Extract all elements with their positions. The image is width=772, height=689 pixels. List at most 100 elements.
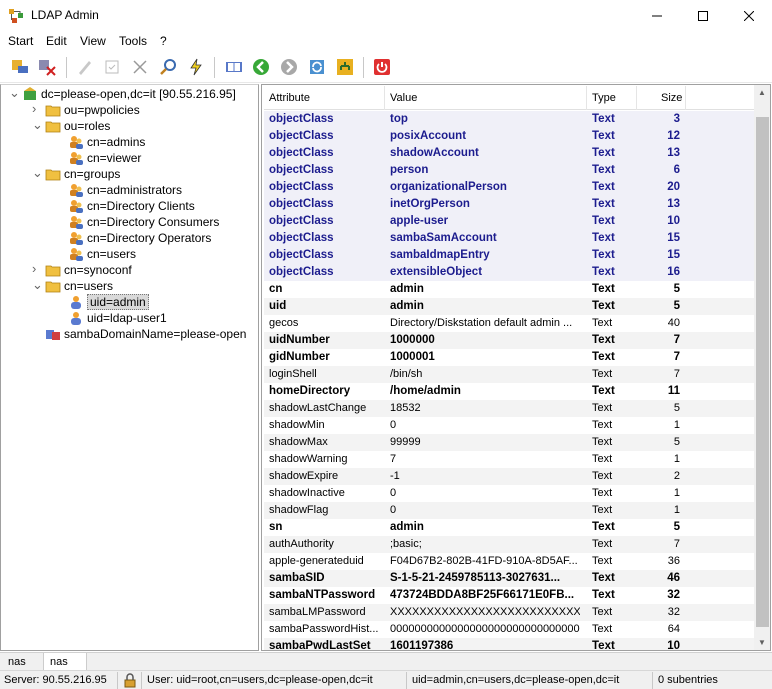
header-divider[interactable]	[586, 86, 587, 110]
menu-bar: Start Edit View Tools ?	[0, 32, 772, 52]
header-divider[interactable]	[636, 86, 637, 110]
flash-icon[interactable]	[186, 57, 206, 77]
cell-type: Text	[592, 521, 615, 533]
cell-attribute: objectClass	[269, 147, 334, 159]
table-row[interactable]: sambaPasswordHist... 00000000000000000000…	[264, 621, 754, 638]
tree-node[interactable]: cn=users	[1, 246, 258, 262]
menu-view[interactable]: View	[80, 34, 106, 48]
directory-tree[interactable]: ⌄ dc=please-open,dc=it [90.55.216.95] › ou=…	[0, 84, 259, 651]
table-row[interactable]: cn admin Text 5	[264, 281, 754, 298]
table-row[interactable]: objectClass apple-user Text 10	[264, 213, 754, 230]
table-row[interactable]: objectClass inetOrgPerson Text 13	[264, 196, 754, 213]
table-row[interactable]: shadowWarning 7 Text 1	[264, 451, 754, 468]
table-row[interactable]: uid admin Text 5	[264, 298, 754, 315]
properties-icon[interactable]	[102, 57, 122, 77]
tree-node[interactable]: ⌄ ou=roles	[1, 118, 258, 134]
cell-attribute: objectClass	[269, 232, 334, 244]
table-row[interactable]: sambaLMPassword XXXXXXXXXXXXXXXXXXXXXXXXX…	[264, 604, 754, 621]
table-row[interactable]: uidNumber 1000000 Text 7	[264, 332, 754, 349]
table-row[interactable]: shadowExpire -1 Text 2	[264, 468, 754, 485]
tree-node[interactable]: cn=administrators	[1, 182, 258, 198]
tree-node[interactable]: sambaDomainName=please-open	[1, 326, 258, 342]
vertical-scrollbar[interactable]: ▲ ▼	[754, 85, 770, 650]
table-row[interactable]: objectClass person Text 6	[264, 162, 754, 179]
tree-node[interactable]: › cn=synoconf	[1, 262, 258, 278]
disconnect-icon[interactable]	[37, 57, 57, 77]
table-row[interactable]: homeDirectory/home/admin Text 11	[264, 383, 754, 400]
refresh-icon[interactable]	[307, 57, 327, 77]
tree-node[interactable]: ⌄ cn=users	[1, 278, 258, 294]
close-button[interactable]	[726, 0, 772, 32]
table-row[interactable]: objectClass sambaIdmapEntry Text 15	[264, 247, 754, 264]
collapse-toggle-icon[interactable]: ⌄	[32, 166, 43, 179]
table-row[interactable]: shadowLastChange 18532 Text 5	[264, 400, 754, 417]
tree-node[interactable]: cn=Directory Clients	[1, 198, 258, 214]
table-row[interactable]: apple-generateduid F04D67B2-802B-41FD-910…	[264, 553, 754, 570]
toolbar-separator	[66, 57, 67, 78]
table-row[interactable]: objectClass posixAccount Text 12	[264, 128, 754, 145]
back-icon[interactable]	[251, 57, 271, 77]
scroll-down-icon[interactable]: ▼	[758, 638, 766, 647]
scroll-up-icon[interactable]: ▲	[758, 88, 766, 97]
expand-toggle-icon[interactable]: ›	[32, 102, 36, 115]
tree-node[interactable]: uid=ldap-user1	[1, 310, 258, 326]
delete-icon[interactable]	[130, 57, 150, 77]
table-row[interactable]: objectClass extensibleObject Text 16	[264, 264, 754, 281]
table-row[interactable]: shadowInactive 0 Text 1	[264, 485, 754, 502]
header-divider[interactable]	[384, 86, 385, 110]
search-icon[interactable]	[158, 57, 178, 77]
table-row[interactable]: objectClass shadowAccount Text 13	[264, 145, 754, 162]
tree-node[interactable]: uid=admin	[1, 294, 258, 310]
forward-icon[interactable]	[279, 57, 299, 77]
tree-structure-icon[interactable]	[335, 57, 355, 77]
table-row[interactable]: objectClass sambaSamAccount Text 15	[264, 230, 754, 247]
expand-toggle-icon[interactable]: ›	[32, 262, 36, 275]
table-row[interactable]: authAuthority ;basic; Text 7	[264, 536, 754, 553]
menu-edit[interactable]: Edit	[46, 34, 67, 48]
table-row[interactable]: objectClass top Text 3	[264, 111, 754, 128]
header-attribute[interactable]: Attribute	[269, 92, 310, 104]
cell-value: /bin/sh	[390, 368, 423, 380]
table-row[interactable]: objectClass organizationalPerson Text 20	[264, 179, 754, 196]
table-row[interactable]: shadowMin 0 Text 1	[264, 417, 754, 434]
header-divider[interactable]	[685, 86, 686, 110]
cell-type: Text	[592, 606, 613, 618]
header-value[interactable]: Value	[390, 92, 417, 104]
maximize-button[interactable]	[680, 0, 726, 32]
schema-book-icon[interactable]	[224, 57, 244, 77]
tree-node[interactable]: cn=viewer	[1, 150, 258, 166]
menu-tools[interactable]: Tools	[119, 34, 147, 48]
table-row[interactable]: gidNumber 1000001 Text 7	[264, 349, 754, 366]
menu-help[interactable]: ?	[160, 34, 167, 48]
table-row[interactable]: sambaNTPassword 473724BDDA8BF25F66171E0FB…	[264, 587, 754, 604]
tree-node[interactable]: cn=Directory Consumers	[1, 214, 258, 230]
header-size[interactable]: Size	[661, 92, 682, 104]
table-row[interactable]: shadowFlag 0 Text 1	[264, 502, 754, 519]
attribute-grid[interactable]: Attribute Value Type Size objectClass top…	[261, 84, 771, 651]
cell-size: 5	[673, 521, 680, 533]
tree-node[interactable]: ⌄ dc=please-open,dc=it [90.55.216.95]	[1, 86, 258, 102]
table-row[interactable]: loginShell/bin/sh Text 7	[264, 366, 754, 383]
header-type[interactable]: Type	[592, 92, 616, 104]
minimize-button[interactable]	[634, 0, 680, 32]
cell-size: 7	[673, 351, 680, 363]
power-exit-icon[interactable]	[372, 57, 392, 77]
table-row[interactable]: sn admin Text 5	[264, 519, 754, 536]
scrollbar-thumb[interactable]	[756, 117, 769, 627]
table-row[interactable]: gecos Directory/Diskstation default admin…	[264, 315, 754, 332]
collapse-toggle-icon[interactable]: ⌄	[9, 86, 20, 99]
connect-icon[interactable]	[10, 57, 30, 77]
collapse-toggle-icon[interactable]: ⌄	[32, 278, 43, 291]
tree-node[interactable]: ⌄ cn=groups	[1, 166, 258, 182]
table-row[interactable]: shadowMax 99999 Text 5	[264, 434, 754, 451]
tree-node[interactable]: › ou=pwpolicies	[1, 102, 258, 118]
collapse-toggle-icon[interactable]: ⌄	[32, 118, 43, 131]
edit-icon[interactable]	[75, 57, 95, 77]
cell-value: admin	[390, 300, 424, 312]
table-row[interactable]: sambaPwdLastSet 1601197386 Text 10	[264, 638, 754, 650]
cell-value: 0	[390, 504, 397, 516]
table-row[interactable]: sambaSID S-1-5-21-2459785113-3027631... Te…	[264, 570, 754, 587]
tree-node[interactable]: cn=Directory Operators	[1, 230, 258, 246]
menu-start[interactable]: Start	[8, 34, 33, 48]
tree-node[interactable]: cn=admins	[1, 134, 258, 150]
